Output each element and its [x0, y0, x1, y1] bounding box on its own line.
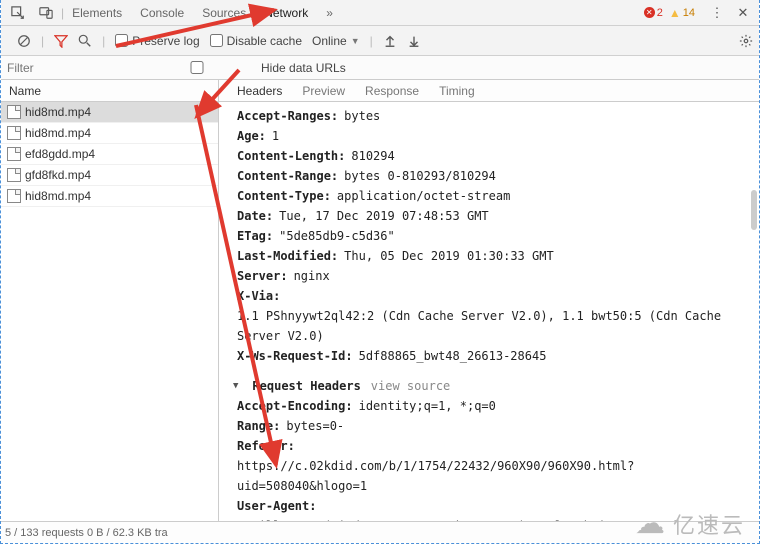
error-badge[interactable]: ✕2 — [644, 7, 663, 19]
upload-har-icon[interactable] — [383, 34, 397, 48]
request-name: efd8gdd.mp4 — [25, 147, 95, 161]
tab-console[interactable]: Console — [140, 6, 184, 20]
file-icon — [7, 126, 21, 140]
disable-cache-checkbox[interactable]: Disable cache — [210, 34, 302, 48]
table-row[interactable]: efd8gdd.mp4 — [1, 144, 218, 165]
file-icon — [7, 189, 21, 203]
tab-headers[interactable]: Headers — [237, 84, 282, 98]
search-icon[interactable] — [78, 34, 92, 48]
console-status[interactable]: ✕2 ▲14 — [644, 6, 695, 20]
clear-icon[interactable] — [17, 34, 31, 48]
view-source-link[interactable]: view source — [371, 376, 450, 396]
inspect-icon[interactable] — [5, 1, 31, 25]
warning-badge[interactable]: ▲14 — [669, 6, 695, 20]
hide-data-urls-checkbox[interactable]: Hide data URLs — [137, 61, 346, 75]
request-headers-section[interactable]: Request Headers view source — [233, 376, 745, 396]
headers-panel: Accept-Ranges:bytes Age:1 Content-Length… — [219, 102, 759, 521]
preserve-log-checkbox[interactable]: Preserve log — [115, 34, 199, 48]
table-row[interactable]: hid8md.mp4 — [1, 123, 218, 144]
network-toolbar: | | Preserve log Disable cache Online▼ | — [1, 26, 759, 56]
request-detail: Headers Preview Response Timing Accept-R… — [219, 80, 759, 521]
devtools-tabbar: | Elements Console Sources Network » ✕2 … — [1, 0, 759, 26]
file-icon — [7, 147, 21, 161]
kebab-menu-icon[interactable]: ⋮ — [705, 5, 729, 21]
request-name: gfd8fkd.mp4 — [25, 168, 91, 182]
tab-elements[interactable]: Elements — [72, 6, 122, 20]
tab-network[interactable]: Network — [264, 6, 308, 20]
settings-icon[interactable] — [739, 34, 753, 48]
name-column-header[interactable]: Name — [1, 80, 218, 102]
request-name: hid8md.mp4 — [25, 189, 91, 203]
filter-input[interactable] — [7, 61, 127, 75]
tab-timing[interactable]: Timing — [439, 84, 475, 98]
file-icon — [7, 105, 21, 119]
watermark: ☁ 亿速云 — [635, 506, 745, 541]
tab-response[interactable]: Response — [365, 84, 419, 98]
device-toggle-icon[interactable] — [33, 1, 59, 25]
scrollbar-thumb[interactable] — [751, 190, 757, 230]
tab-preview[interactable]: Preview — [302, 84, 345, 98]
request-name: hid8md.mp4 — [25, 126, 91, 140]
panel-tabs: Elements Console Sources Network » — [72, 6, 642, 20]
filter-bar: Hide data URLs — [1, 56, 759, 80]
table-row[interactable]: hid8md.mp4 — [1, 102, 218, 123]
filter-icon[interactable] — [54, 34, 68, 48]
download-har-icon[interactable] — [407, 34, 421, 48]
detail-tabs: Headers Preview Response Timing — [219, 80, 759, 102]
table-row[interactable]: hid8md.mp4 — [1, 186, 218, 207]
throttling-select[interactable]: Online▼ — [312, 34, 360, 48]
close-devtools-icon[interactable]: ✕ — [731, 5, 755, 21]
status-text: 5 / 133 requests 0 B / 62.3 KB tra — [5, 527, 168, 539]
cloud-icon: ☁ — [635, 506, 667, 541]
file-icon — [7, 168, 21, 182]
table-row[interactable]: gfd8fkd.mp4 — [1, 165, 218, 186]
request-name: hid8md.mp4 — [25, 105, 91, 119]
request-list: Name hid8md.mp4 hid8md.mp4 efd8gdd.mp4 g… — [1, 80, 219, 521]
tabs-more[interactable]: » — [326, 6, 333, 20]
tab-sources[interactable]: Sources — [202, 6, 246, 20]
